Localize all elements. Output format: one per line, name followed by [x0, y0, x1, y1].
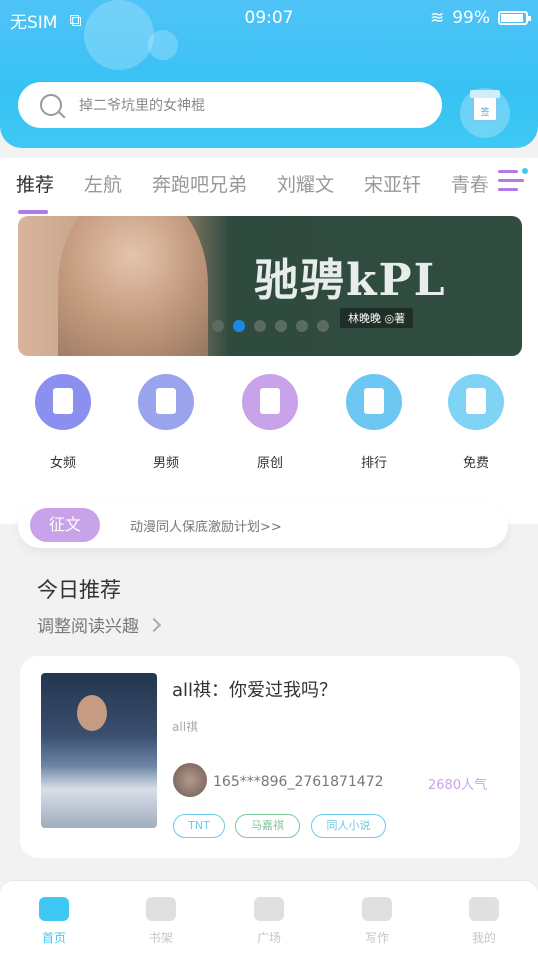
tab-liu-yaowen[interactable]: 刘耀文	[277, 170, 334, 197]
sign-in-label: 签	[480, 108, 490, 118]
battery-icon	[498, 11, 531, 25]
category-female[interactable]: 女频	[23, 374, 103, 471]
tabs-menu-icon[interactable]	[498, 168, 528, 194]
category-free[interactable]: 免费	[436, 374, 516, 471]
bottom-nav: 首页 书架 广场 写作 我的	[0, 880, 538, 959]
search-placeholder: 掉二爷坑里的女神棍	[79, 98, 205, 114]
nav-label: 写作	[364, 931, 389, 945]
sign-in-button[interactable]: 签	[460, 88, 510, 138]
tab-zuohang[interactable]: 左航	[84, 170, 122, 197]
banner-carousel[interactable]: 驰骋kPL 林晚晚 ◎著	[18, 216, 522, 356]
chevron-right-icon	[146, 617, 162, 632]
search-bar[interactable]: 掉二爷坑里的女神棍	[18, 82, 442, 128]
battery-percent: 99%	[452, 8, 490, 28]
carousel-dot[interactable]	[212, 320, 224, 332]
nav-square[interactable]: 广场	[229, 897, 309, 946]
search-icon	[40, 94, 62, 116]
contest-text: 动漫同人保底激励计划>>	[130, 520, 282, 535]
nav-label: 广场	[256, 931, 281, 945]
nav-write[interactable]: 写作	[337, 897, 417, 946]
coin-icon	[448, 374, 504, 430]
nav-mine[interactable]: 我的	[444, 897, 524, 946]
tab-recommend[interactable]: 推荐	[16, 170, 54, 197]
book-cover	[41, 673, 157, 828]
carousel-dot[interactable]	[317, 320, 329, 332]
carousel-dot[interactable]	[296, 320, 308, 332]
bookshelf-icon	[146, 897, 176, 921]
book-subtitle: all祺	[172, 720, 199, 734]
status-bar: 无SIM ⧉ 09:07 ≋ 99%	[0, 0, 538, 36]
carousel-dot[interactable]	[233, 320, 245, 332]
category-male[interactable]: 男频	[126, 374, 206, 471]
planet-icon	[254, 897, 284, 921]
nav-home[interactable]: 首页	[14, 897, 94, 946]
tag-ma-jiaqi[interactable]: 马嘉祺	[235, 814, 300, 838]
popularity-count: 2680人气	[428, 778, 488, 793]
category-grid: 女频 男频 原创 排行 免费	[0, 374, 538, 474]
banner-author: 林晚晚 ◎著	[340, 308, 414, 328]
adjust-interests-label: 调整阅读兴趣	[37, 617, 139, 637]
dress-icon	[35, 374, 91, 430]
shirt-icon	[138, 374, 194, 430]
carousel-dot[interactable]	[275, 320, 287, 332]
tag-tnt[interactable]: TNT	[173, 814, 225, 838]
author-name: 165***896_2761871472	[213, 774, 384, 790]
nav-bookshelf[interactable]: 书架	[121, 897, 201, 946]
nav-label: 我的	[471, 931, 496, 945]
header: 无SIM ⧉ 09:07 ≋ 99% 掉二爷坑里的女神棍 签	[0, 0, 538, 148]
adjust-interests-link[interactable]: 调整阅读兴趣	[37, 612, 162, 637]
tab-running-man[interactable]: 奔跑吧兄弟	[152, 170, 247, 197]
book-card[interactable]: all祺：你爱过我吗？ all祺 165***896_2761871472 26…	[20, 656, 520, 858]
book-title: all祺：你爱过我吗？	[172, 680, 338, 701]
chat-icon	[469, 897, 499, 921]
pen-icon	[362, 897, 392, 921]
content-area: 驰骋kPL 林晚晚 ◎著 女频 男频 原创 排行 免费 征文 动漫同人保底激励计…	[0, 214, 538, 548]
nav-label: 书架	[148, 931, 173, 945]
tab-song-yaxuan[interactable]: 宋亚轩	[364, 170, 421, 197]
gift-icon: 签	[470, 90, 500, 122]
contest-tag: 征文	[30, 508, 100, 542]
home-icon	[39, 897, 69, 921]
category-original[interactable]: 原创	[230, 374, 310, 471]
notification-dot	[522, 168, 528, 174]
avatar	[173, 763, 207, 797]
nav-label: 首页	[41, 931, 66, 945]
section-title: 今日推荐	[37, 578, 121, 602]
category-tabs: 推荐 左航 奔跑吧兄弟 刘耀文 宋亚轩 青春	[0, 158, 538, 214]
category-label: 女频	[49, 456, 76, 471]
category-label: 男频	[152, 456, 179, 471]
carousel-dots	[212, 320, 329, 332]
category-ranking[interactable]: 排行	[334, 374, 414, 471]
category-label: 免费	[462, 456, 489, 471]
wifi-icon: ≋	[429, 8, 445, 28]
category-label: 排行	[360, 456, 387, 471]
banner-image	[58, 216, 208, 356]
carousel-dot[interactable]	[254, 320, 266, 332]
tag-fan-fiction[interactable]: 同人小说	[311, 814, 386, 838]
trophy-icon	[346, 374, 402, 430]
contest-notice[interactable]: 征文 动漫同人保底激励计划>>	[18, 504, 508, 548]
category-label: 原创	[256, 456, 283, 471]
banner-title: 驰骋kPL	[254, 255, 447, 306]
book-icon	[242, 374, 298, 430]
